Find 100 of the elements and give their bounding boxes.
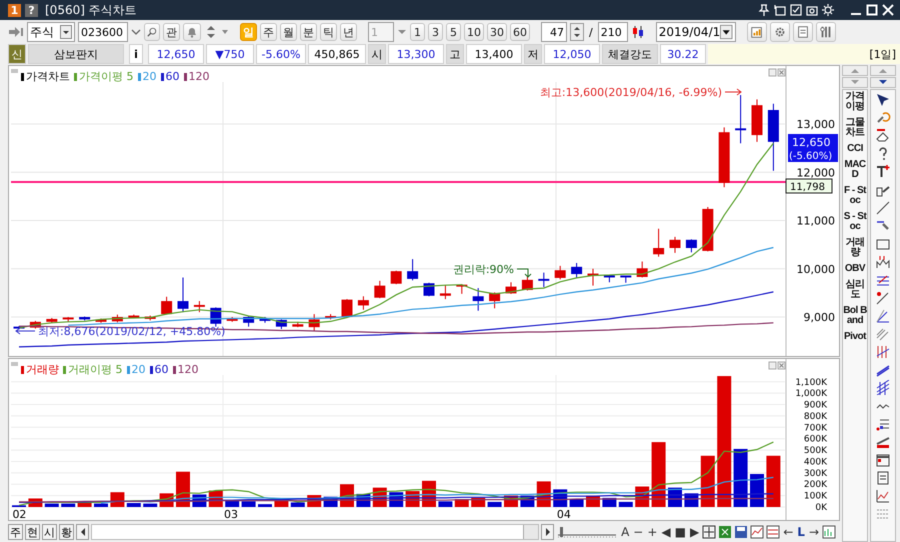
indicator-item[interactable]: OBV bbox=[843, 264, 867, 274]
interval-button[interactable]: 5 bbox=[446, 23, 461, 41]
settings-button[interactable] bbox=[770, 22, 790, 42]
chart-settings-icon[interactable] bbox=[822, 525, 836, 539]
expand-icon[interactable] bbox=[702, 525, 716, 539]
ref-line-label: 11,798 bbox=[790, 182, 825, 193]
caret-icon[interactable] bbox=[131, 27, 141, 37]
compare-icon[interactable] bbox=[766, 525, 780, 539]
view-tab[interactable]: 주 bbox=[8, 524, 23, 540]
spreadsheet-icon[interactable] bbox=[718, 525, 732, 539]
indicator-item[interactable]: F - Stoc bbox=[843, 186, 867, 206]
scroll-left-button[interactable] bbox=[76, 524, 89, 540]
quote-value: -5.60% bbox=[256, 44, 306, 64]
indicator-item[interactable]: CCI bbox=[843, 144, 867, 154]
legend-label: 120 bbox=[188, 70, 210, 83]
chart-control[interactable]: ▶ bbox=[688, 525, 700, 539]
indicator-item[interactable]: MACD bbox=[843, 160, 867, 180]
zoom-slider-icon[interactable] bbox=[556, 525, 618, 539]
interval-button[interactable]: 10 bbox=[464, 23, 484, 41]
save-icon[interactable] bbox=[734, 525, 748, 539]
chart-icon[interactable] bbox=[750, 525, 764, 539]
indicator-item[interactable]: S - Stoc bbox=[843, 212, 867, 232]
panel-close-icon[interactable] bbox=[778, 362, 786, 370]
info-button[interactable]: i bbox=[129, 44, 143, 64]
scroll-right-button[interactable] bbox=[541, 524, 554, 540]
panel-handle-icon[interactable] bbox=[11, 362, 18, 366]
chart-window-button[interactable] bbox=[746, 22, 767, 42]
parallel-lines-icon[interactable] bbox=[875, 326, 891, 341]
down-icon bbox=[879, 80, 887, 85]
interval-button[interactable]: 30 bbox=[487, 23, 507, 41]
interval-button[interactable]: 60 bbox=[510, 23, 530, 41]
watch-button[interactable]: 관 bbox=[163, 23, 180, 41]
axis-label: 400K bbox=[804, 457, 827, 468]
period-tab[interactable]: 년 bbox=[340, 23, 357, 41]
chart-control[interactable]: ← bbox=[782, 525, 794, 539]
save-button[interactable] bbox=[792, 22, 813, 42]
candlestick bbox=[308, 314, 320, 332]
peak-marker-icon[interactable] bbox=[875, 254, 891, 269]
price-tag-background bbox=[788, 134, 838, 162]
arrow-icon[interactable] bbox=[8, 25, 24, 39]
panel-close-icon[interactable] bbox=[778, 68, 786, 76]
tools-button[interactable] bbox=[816, 22, 836, 42]
chart-control[interactable]: + bbox=[646, 525, 658, 539]
chart-control[interactable]: ■ bbox=[674, 525, 687, 539]
eraser-icon[interactable] bbox=[875, 128, 891, 143]
indicator-item[interactable]: Bol Band bbox=[843, 306, 867, 326]
rotate-icon[interactable] bbox=[875, 110, 891, 125]
cursor-icon[interactable] bbox=[875, 92, 891, 107]
view-tab[interactable]: 현 bbox=[25, 524, 40, 540]
scrollbar[interactable] bbox=[91, 524, 540, 540]
view-tab[interactable]: 황 bbox=[59, 524, 74, 540]
period-tab[interactable]: 분 bbox=[300, 23, 317, 41]
trend-line-icon[interactable] bbox=[875, 290, 891, 305]
window-icon[interactable] bbox=[875, 452, 891, 467]
candlestick bbox=[144, 315, 156, 321]
pin-icon[interactable] bbox=[758, 4, 770, 16]
period-tab[interactable]: 주 bbox=[260, 23, 277, 41]
period-tab[interactable]: 틱 bbox=[320, 23, 337, 41]
chart-control[interactable]: ◀ bbox=[660, 525, 672, 539]
angle-icon[interactable] bbox=[875, 308, 891, 323]
panel-handle-icon[interactable] bbox=[11, 69, 18, 73]
date-select[interactable]: 2019/04/1 bbox=[656, 22, 736, 42]
help-button[interactable]: ? bbox=[25, 4, 38, 16]
camera-icon[interactable] bbox=[806, 4, 818, 16]
total-field[interactable]: 210 bbox=[598, 22, 628, 42]
close-icon[interactable] bbox=[882, 4, 894, 16]
count-field[interactable]: 47 bbox=[541, 22, 567, 42]
period-tab[interactable]: 월 bbox=[280, 23, 297, 41]
line-icon[interactable] bbox=[875, 200, 891, 215]
chart-control[interactable]: A bbox=[620, 525, 630, 539]
candlestick bbox=[456, 284, 468, 294]
interval-button[interactable]: 1 bbox=[410, 23, 425, 41]
chart-control[interactable]: → bbox=[808, 525, 820, 539]
chart-control[interactable]: − bbox=[632, 525, 644, 539]
window-icon[interactable] bbox=[774, 4, 786, 16]
caret-icon[interactable] bbox=[397, 27, 407, 37]
indicator-item[interactable]: 거래량 bbox=[843, 238, 867, 258]
stock-code-field[interactable]: 023600 bbox=[78, 22, 128, 42]
scroll-down-button[interactable] bbox=[870, 77, 896, 88]
stock-name[interactable]: 삼보판지 bbox=[28, 44, 124, 64]
checklist-icon[interactable] bbox=[790, 4, 802, 16]
search-button[interactable] bbox=[144, 23, 160, 41]
scroll-thumb[interactable] bbox=[523, 525, 538, 539]
indicator-item[interactable]: 가격이평 bbox=[843, 92, 867, 112]
indicator-item[interactable]: 심리도 bbox=[843, 280, 867, 300]
settings-icon[interactable] bbox=[822, 4, 834, 16]
market-select[interactable]: 주식 bbox=[27, 22, 75, 42]
indicator-item[interactable]: 그물차트 bbox=[843, 118, 867, 138]
candle-toggle-icon[interactable] bbox=[630, 24, 645, 40]
spin-icon[interactable] bbox=[570, 23, 584, 41]
indicator-item[interactable]: Pivot bbox=[843, 332, 867, 342]
maximize-icon[interactable] bbox=[866, 4, 878, 16]
chart-control[interactable]: L bbox=[796, 525, 806, 539]
interval-button[interactable]: 3 bbox=[428, 23, 443, 41]
grid-lines-icon[interactable] bbox=[875, 380, 891, 395]
view-tab[interactable]: 시 bbox=[42, 524, 57, 540]
alert-button[interactable] bbox=[183, 23, 201, 41]
document-icon[interactable] bbox=[875, 470, 891, 485]
text-tool-icon[interactable] bbox=[875, 164, 891, 179]
line-chart-icon[interactable] bbox=[875, 488, 891, 503]
